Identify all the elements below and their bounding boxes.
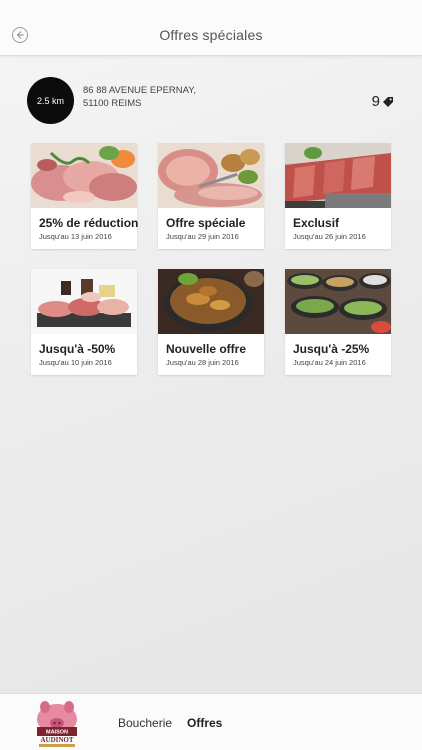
offer-title: 25% de réduction bbox=[39, 216, 139, 230]
address-line-2: 51100 REIMS bbox=[83, 98, 142, 109]
offer-count-value: 9 bbox=[371, 93, 380, 110]
offer-card[interactable]: 25% de réduction Jusqu'au 13 juin 2016 bbox=[31, 143, 139, 249]
roast-pork-image bbox=[158, 143, 264, 208]
offer-date: Jusqu'au 10 juin 2016 bbox=[39, 358, 112, 367]
offer-date: Jusqu'au 26 juin 2016 bbox=[293, 232, 366, 241]
offer-card[interactable]: Offre spéciale Jusqu'au 29 juin 2016 bbox=[158, 143, 264, 249]
svg-text:AUDINOT: AUDINOT bbox=[40, 736, 73, 744]
offer-date: Jusqu'au 29 juin 2016 bbox=[166, 232, 239, 241]
charcuterie-board-image bbox=[31, 269, 137, 334]
offer-count[interactable]: 9 bbox=[372, 93, 394, 110]
top-bar: Offres spéciales bbox=[0, 0, 422, 56]
store-info: 2.5 km 86 88 AVENUE EPERNAY, 51100 REIMS… bbox=[27, 77, 402, 125]
address-line-1: 86 88 AVENUE EPERNAY, bbox=[83, 85, 197, 96]
offer-card[interactable]: Jusqu'à -50% Jusqu'au 10 juin 2016 bbox=[31, 269, 137, 375]
offer-card[interactable]: Jusqu'à -25% Jusqu'au 24 juin 2016 bbox=[285, 269, 391, 375]
offer-title: Exclusif bbox=[293, 216, 340, 230]
page-title: Offres spéciales bbox=[159, 27, 263, 43]
distance-badge: 2.5 km bbox=[27, 77, 74, 124]
stew-pot-image bbox=[158, 269, 264, 334]
buffet-dishes-image bbox=[285, 269, 391, 334]
offer-title: Jusqu'à -50% bbox=[39, 342, 116, 356]
offer-title: Nouvelle offre bbox=[166, 342, 247, 356]
store-address: 86 88 AVENUE EPERNAY, 51100 REIMS bbox=[83, 84, 196, 110]
offer-date: Jusqu'au 28 juin 2016 bbox=[166, 358, 239, 367]
sliced-beef-image bbox=[285, 143, 391, 208]
offer-card[interactable]: Nouvelle offre Jusqu'au 28 juin 2016 bbox=[158, 269, 264, 375]
ham-platter-image bbox=[31, 143, 137, 208]
offer-title: Offre spéciale bbox=[166, 216, 246, 230]
offer-card[interactable]: Exclusif Jusqu'au 26 juin 2016 bbox=[285, 143, 391, 249]
nav-boucherie[interactable]: Boucherie bbox=[118, 716, 172, 730]
offer-date: Jusqu'au 24 juin 2016 bbox=[293, 358, 366, 367]
tag-icon bbox=[383, 96, 393, 107]
offer-date: Jusqu'au 13 juin 2016 bbox=[39, 232, 112, 241]
nav-offres[interactable]: Offres bbox=[187, 716, 222, 730]
svg-text:MAISON: MAISON bbox=[46, 730, 68, 736]
offer-title: Jusqu'à -25% bbox=[293, 342, 370, 356]
maison-audinot-logo[interactable]: MAISON AUDINOT bbox=[33, 697, 81, 749]
bottom-nav: MAISON AUDINOT Boucherie Offres bbox=[0, 693, 422, 750]
